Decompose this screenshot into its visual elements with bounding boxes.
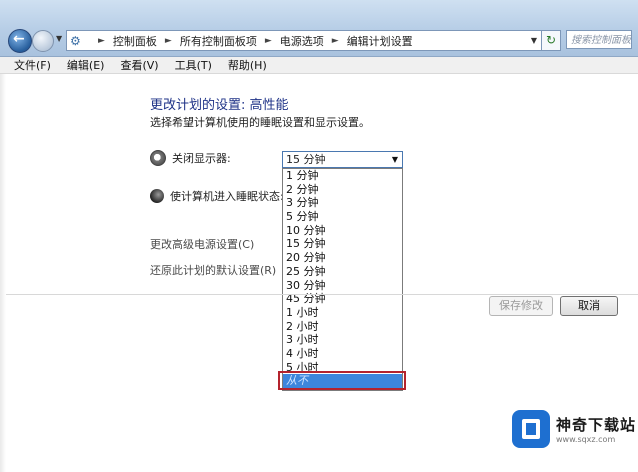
page-description: 选择希望计算机使用的睡眠设置和显示设置。 — [150, 116, 370, 129]
cancel-button[interactable]: 取消 — [560, 296, 618, 316]
recent-pages-dropdown-icon[interactable]: ▼ — [56, 34, 62, 43]
breadcrumb-arrow-icon[interactable]: ► — [165, 36, 172, 46]
breadcrumb-edit-plan[interactable]: 编辑计划设置 — [347, 33, 413, 49]
dropdown-option[interactable]: 2 小时 — [283, 320, 402, 334]
display-off-label: 关闭显示器: — [172, 152, 231, 165]
address-dropdown-icon[interactable]: ▼ — [531, 36, 537, 45]
display-setting-row: 关闭显示器: — [150, 150, 231, 166]
breadcrumb-all-items[interactable]: 所有控制面板项 — [180, 33, 257, 49]
display-off-value: 15 分钟 — [286, 153, 326, 166]
dropdown-option[interactable]: 4 小时 — [283, 347, 402, 361]
restore-defaults-link[interactable]: 还原此计划的默认设置(R) — [150, 262, 276, 278]
dropdown-option[interactable]: 3 小时 — [283, 333, 402, 347]
breadcrumb-arrow-icon[interactable]: ► — [265, 36, 272, 46]
breadcrumb-arrow-icon[interactable]: ► — [98, 36, 105, 46]
sleep-setting-row: 使计算机进入睡眠状态: — [150, 188, 284, 204]
divider — [0, 294, 638, 295]
moon-icon — [150, 189, 164, 203]
watermark-logo-icon — [512, 410, 550, 448]
dropdown-option[interactable]: 5 分钟 — [283, 210, 402, 224]
dropdown-option[interactable]: 20 分钟 — [283, 251, 402, 265]
dropdown-option[interactable]: 2 分钟 — [283, 183, 402, 197]
menu-tools[interactable]: 工具(T) — [167, 57, 220, 73]
breadcrumb-control-panel[interactable]: 控制面板 — [113, 33, 157, 49]
watermark-url: www.sqxz.com — [556, 435, 616, 444]
menu-edit[interactable]: 编辑(E) — [59, 57, 113, 73]
window: ▼ ⚙ ► 控制面板 ► 所有控制面板项 ► 电源选项 ► 编辑计划设置 ▼ ↻… — [0, 0, 638, 472]
dropdown-option[interactable]: 15 分钟 — [283, 237, 402, 251]
dropdown-option[interactable]: 1 分钟 — [283, 169, 402, 183]
refresh-icon[interactable]: ↻ — [541, 30, 561, 51]
left-edge — [0, 74, 6, 472]
menu-help[interactable]: 帮助(H) — [220, 57, 275, 73]
dropdown-option[interactable]: 10 分钟 — [283, 224, 402, 238]
highlight-annotation — [278, 371, 406, 390]
address-bar[interactable]: ⚙ ► 控制面板 ► 所有控制面板项 ► 电源选项 ► 编辑计划设置 ▼ — [66, 30, 542, 51]
dropdown-option[interactable]: 3 分钟 — [283, 196, 402, 210]
dropdown-option[interactable]: 25 分钟 — [283, 265, 402, 279]
page-title: 更改计划的设置: 高性能 — [150, 98, 289, 113]
menu-bar: 文件(F) 编辑(E) 查看(V) 工具(T) 帮助(H) — [0, 57, 638, 74]
menu-view[interactable]: 查看(V) — [112, 57, 166, 73]
breadcrumb-power-options[interactable]: 电源选项 — [280, 33, 324, 49]
forward-button[interactable] — [32, 30, 54, 52]
monitor-icon — [150, 150, 166, 166]
display-off-select[interactable]: 15 分钟 ▼ — [282, 151, 403, 168]
sleep-label: 使计算机进入睡眠状态: — [170, 190, 284, 203]
back-button[interactable] — [8, 29, 32, 53]
watermark-title: 神奇下载站 — [556, 416, 637, 434]
watermark: 神奇下载站 www.sqxz.com — [512, 410, 636, 448]
search-input[interactable]: 搜索控制面板 — [566, 30, 632, 49]
chevron-down-icon[interactable]: ▼ — [392, 152, 398, 167]
breadcrumb: ► 控制面板 ► 所有控制面板项 ► 电源选项 ► 编辑计划设置 — [90, 33, 413, 49]
save-changes-button[interactable]: 保存修改 — [489, 296, 553, 316]
window-header: ▼ ⚙ ► 控制面板 ► 所有控制面板项 ► 电源选项 ► 编辑计划设置 ▼ ↻… — [0, 0, 638, 57]
control-panel-icon: ⚙ — [70, 33, 81, 48]
advanced-power-settings-link[interactable]: 更改高级电源设置(C) — [150, 236, 254, 252]
display-off-dropdown-list: 1 分钟 2 分钟 3 分钟 5 分钟 10 分钟 15 分钟 20 分钟 25 分钟 30 分… — [282, 168, 403, 391]
menu-file[interactable]: 文件(F) — [0, 57, 59, 73]
dropdown-option[interactable]: 30 分钟 — [283, 279, 402, 293]
dropdown-option[interactable]: 1 小时 — [283, 306, 402, 320]
breadcrumb-arrow-icon[interactable]: ► — [332, 36, 339, 46]
